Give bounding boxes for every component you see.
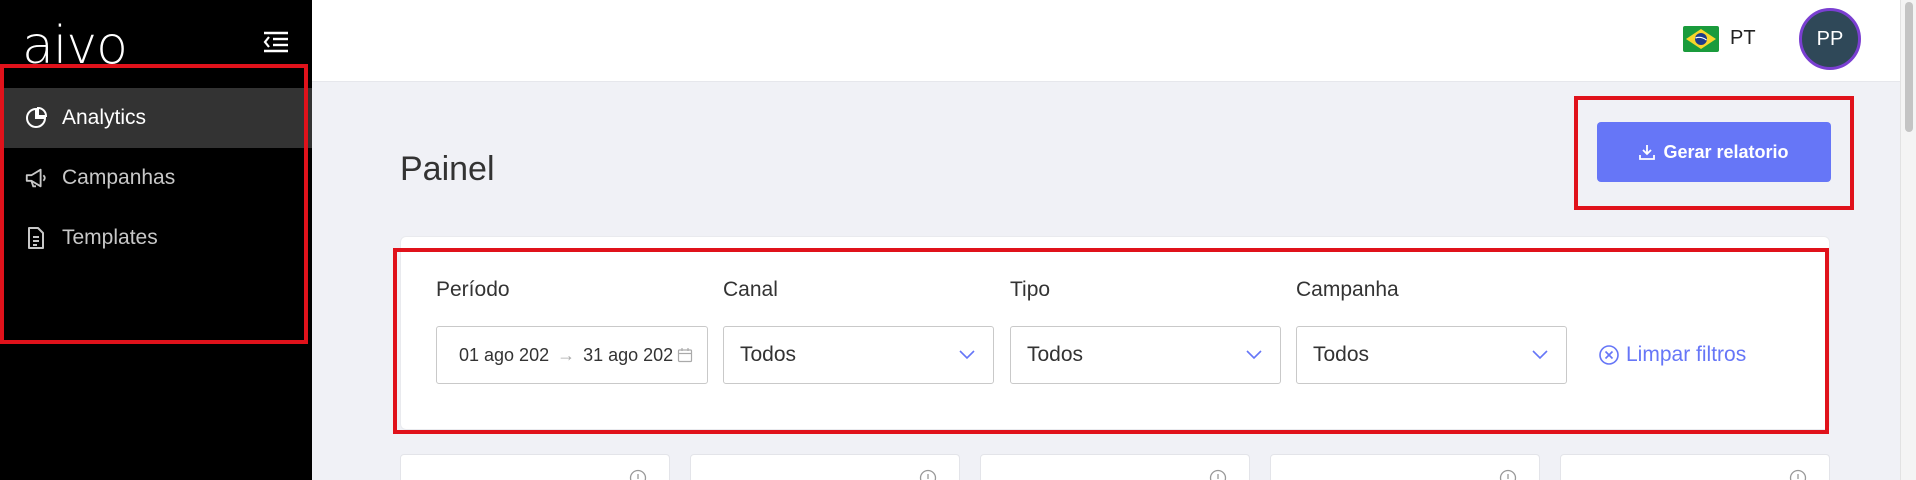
collapse-menu-icon[interactable] — [262, 30, 290, 54]
stat-card — [980, 454, 1250, 480]
sidebar-item-analytics[interactable]: Analytics — [0, 88, 312, 148]
arrow-right-icon: → — [557, 344, 576, 365]
avatar[interactable]: PP — [1799, 8, 1861, 70]
sidebar: aivo Analytics Campanhas Templates — [0, 0, 312, 480]
info-icon[interactable] — [1209, 469, 1227, 480]
language-selector[interactable]: PT — [1730, 27, 1756, 50]
stat-card — [1560, 454, 1830, 480]
info-icon[interactable] — [629, 469, 647, 480]
type-value: Todos — [1027, 343, 1084, 366]
calendar-icon — [678, 348, 693, 363]
sidebar-item-templates[interactable]: Templates — [0, 208, 312, 268]
start-date[interactable]: 01 ago 202 — [459, 345, 549, 366]
generate-report-button[interactable]: Gerar relatorio — [1597, 122, 1831, 182]
clear-filters-button[interactable]: Limpar filtros — [1598, 343, 1746, 367]
channel-value: Todos — [740, 343, 797, 366]
download-icon — [1639, 145, 1656, 160]
chevron-down-icon — [959, 350, 975, 360]
type-label: Tipo — [1010, 278, 1051, 301]
info-icon[interactable] — [919, 469, 937, 480]
stat-card — [690, 454, 960, 480]
chevron-down-icon — [1246, 350, 1262, 360]
info-icon[interactable] — [1789, 469, 1807, 480]
document-icon — [24, 226, 48, 250]
clear-filters-label: Limpar filtros — [1626, 343, 1747, 366]
scrollbar-thumb[interactable] — [1905, 2, 1913, 132]
campaign-label: Campanha — [1296, 278, 1399, 301]
sidebar-nav: Analytics Campanhas Templates — [0, 88, 312, 268]
sidebar-item-label: Templates — [62, 226, 158, 249]
channel-label: Canal — [723, 278, 778, 301]
campaign-select[interactable]: Todos — [1296, 326, 1567, 384]
generate-report-label: Gerar relatorio — [1663, 141, 1789, 162]
close-circle-icon — [1599, 345, 1619, 365]
sidebar-item-label: Analytics — [62, 106, 147, 129]
brazil-flag-icon[interactable] — [1683, 26, 1719, 52]
chevron-down-icon — [1532, 350, 1548, 360]
sidebar-item-label: Campanhas — [62, 166, 176, 189]
pie-chart-icon — [24, 106, 48, 130]
campaign-value: Todos — [1313, 343, 1370, 366]
info-icon[interactable] — [1499, 469, 1517, 480]
period-label: Período — [436, 278, 510, 301]
stat-card — [1270, 454, 1540, 480]
aivo-logo: aivo — [22, 16, 128, 76]
channel-select[interactable]: Todos — [723, 326, 994, 384]
vertical-scrollbar[interactable] — [1900, 0, 1916, 480]
sidebar-item-campanhas[interactable]: Campanhas — [0, 148, 312, 208]
type-select[interactable]: Todos — [1010, 326, 1281, 384]
megaphone-icon — [24, 166, 48, 190]
end-date[interactable]: 31 ago 202 — [583, 345, 673, 366]
top-header — [312, 0, 1916, 82]
page-title: Painel — [400, 150, 495, 188]
date-range-picker[interactable]: 01 ago 202 → 31 ago 202 — [436, 326, 708, 384]
stat-card — [400, 454, 670, 480]
